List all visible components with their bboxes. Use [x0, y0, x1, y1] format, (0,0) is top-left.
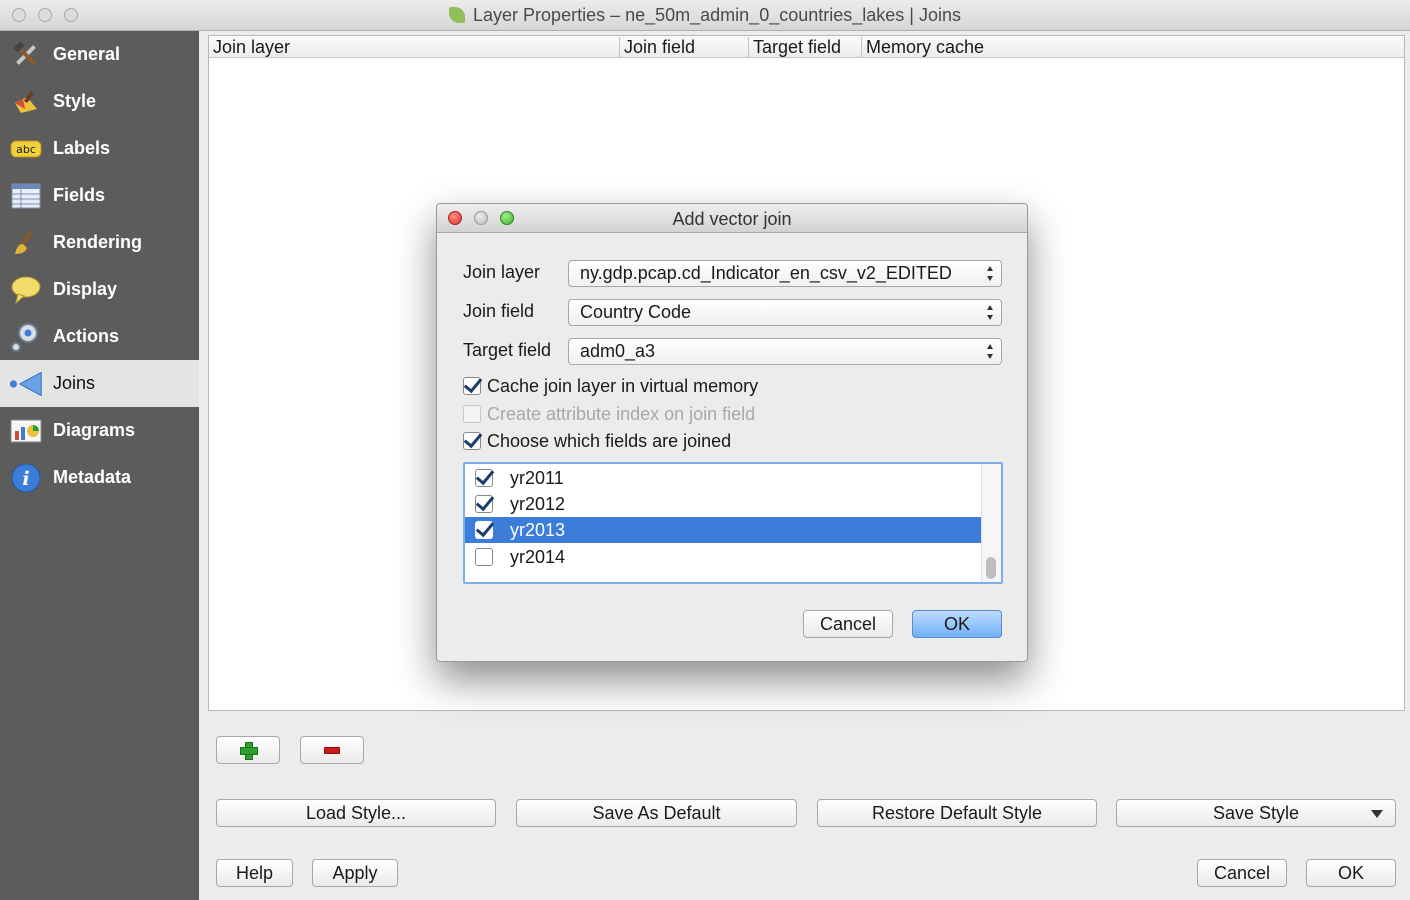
column-header-target-field[interactable]: Target field	[748, 37, 861, 57]
updown-arrows-icon	[986, 344, 994, 359]
field-checkbox[interactable]	[475, 495, 493, 513]
join-layer-label: Join layer	[463, 262, 541, 282]
list-item[interactable]: yr2014	[465, 544, 982, 570]
sidebar-item-style[interactable]: Style	[0, 78, 199, 125]
cancel-button[interactable]: Cancel	[1197, 859, 1287, 887]
paintbrush-icon	[9, 87, 43, 117]
table-icon	[9, 181, 43, 211]
field-checkbox[interactable]	[475, 521, 493, 539]
svg-text:abc: abc	[16, 143, 36, 156]
sidebar-item-rendering[interactable]: Rendering	[0, 219, 199, 266]
help-button[interactable]: Help	[216, 859, 293, 887]
choose-fields-checkbox-row[interactable]: Choose which fields are joined	[463, 430, 731, 452]
dialog-title: Add vector join	[672, 209, 792, 229]
brush-icon	[9, 228, 43, 258]
field-checkbox[interactable]	[475, 548, 493, 566]
join-field-label: Join field	[463, 301, 535, 321]
sidebar-item-fields[interactable]: Fields	[0, 172, 199, 219]
sidebar-item-label: Labels	[53, 138, 111, 158]
column-header-join-field[interactable]: Join field	[619, 37, 748, 57]
sidebar-item-diagrams[interactable]: Diagrams	[0, 407, 199, 454]
join-field-select[interactable]: Country Code	[568, 299, 1002, 326]
window-title: Layer Properties – ne_50m_admin_0_countr…	[473, 5, 961, 25]
join-layer-value: ny.gdp.pcap.cd_Indicator_en_csv_v2_EDITE…	[580, 263, 952, 283]
create-index-checkbox-row: Create attribute index on join field	[463, 403, 755, 425]
field-checkbox[interactable]	[475, 469, 493, 487]
apply-button[interactable]: Apply	[312, 859, 398, 887]
dialog-cancel-button[interactable]: Cancel	[803, 610, 893, 638]
sidebar-item-label: General	[53, 44, 121, 64]
column-header-memory-cache[interactable]: Memory cache	[861, 37, 1406, 57]
sidebar-item-label: Joins	[53, 373, 96, 393]
dialog-ok-button[interactable]: OK	[912, 610, 1002, 638]
dialog-titlebar: Add vector join	[437, 204, 1027, 233]
sidebar-item-label: Diagrams	[53, 420, 136, 440]
save-style-label: Save Style	[1212, 802, 1300, 823]
field-name: yr2011	[510, 467, 564, 488]
column-header-join-layer[interactable]: Join layer	[209, 37, 619, 57]
list-item[interactable]: yr2013	[465, 517, 982, 543]
updown-arrows-icon	[986, 305, 994, 320]
list-item[interactable]: yr2012	[465, 491, 982, 517]
remove-join-button[interactable]	[300, 736, 364, 764]
info-icon: i	[9, 463, 43, 493]
speech-bubble-icon	[9, 275, 43, 305]
sidebar-item-actions[interactable]: Actions	[0, 313, 199, 360]
join-field-value: Country Code	[580, 302, 692, 322]
window-titlebar: Layer Properties – ne_50m_admin_0_countr…	[0, 0, 1410, 31]
sidebar-item-label: Style	[53, 91, 97, 111]
choose-fields-checkbox[interactable]	[463, 432, 481, 450]
choose-fields-label: Choose which fields are joined	[487, 430, 732, 451]
restore-default-style-button[interactable]: Restore Default Style	[817, 799, 1097, 827]
target-field-label: Target field	[463, 340, 552, 360]
field-name: yr2012	[510, 493, 566, 514]
target-field-select[interactable]: adm0_a3	[568, 338, 1002, 365]
sidebar-item-label: Rendering	[53, 232, 143, 252]
load-style-button[interactable]: Load Style...	[216, 799, 496, 827]
updown-arrows-icon	[986, 266, 994, 281]
ok-button[interactable]: OK	[1306, 859, 1396, 887]
scrollbar-thumb[interactable]	[986, 557, 996, 579]
sidebar-item-joins[interactable]: Joins	[0, 360, 199, 407]
plus-icon	[240, 742, 258, 760]
join-arrow-icon	[9, 369, 43, 399]
scrollbar[interactable]	[981, 464, 1001, 582]
svg-text:i: i	[22, 468, 29, 490]
hammer-wrench-icon	[9, 40, 43, 70]
sidebar-item-metadata[interactable]: i Metadata	[0, 454, 199, 501]
field-name: yr2013	[510, 519, 566, 540]
sidebar-item-label: Actions	[53, 326, 120, 346]
chevron-down-icon	[1371, 810, 1383, 818]
minus-icon	[324, 746, 340, 754]
join-layer-select[interactable]: ny.gdp.pcap.cd_Indicator_en_csv_v2_EDITE…	[568, 260, 1002, 287]
cache-join-layer-checkbox-row[interactable]: Cache join layer in virtual memory	[463, 375, 758, 397]
field-name: yr2014	[510, 546, 566, 567]
add-vector-join-dialog: Add vector join Join layer ny.gdp.pcap.c…	[436, 203, 1028, 662]
save-style-button[interactable]: Save Style	[1116, 799, 1396, 827]
sidebar-item-labels[interactable]: abc Labels	[0, 125, 199, 172]
create-index-checkbox	[463, 405, 481, 423]
sidebar: General Style abc Labels Fields Renderin…	[0, 31, 199, 900]
gear-actions-icon	[9, 322, 43, 352]
abc-label-icon: abc	[9, 134, 43, 164]
sidebar-item-label: Metadata	[53, 467, 132, 487]
create-index-label: Create attribute index on join field	[487, 403, 756, 424]
qgis-leaf-icon	[449, 7, 466, 23]
add-join-button[interactable]	[216, 736, 280, 764]
list-item[interactable]: yr2011	[465, 465, 982, 491]
cache-join-layer-checkbox[interactable]	[463, 377, 481, 395]
sidebar-item-general[interactable]: General	[0, 31, 199, 78]
sidebar-item-label: Fields	[53, 185, 106, 205]
diagram-chart-icon	[9, 416, 43, 446]
target-field-value: adm0_a3	[580, 341, 656, 361]
cache-join-layer-label: Cache join layer in virtual memory	[487, 375, 759, 396]
sidebar-item-display[interactable]: Display	[0, 266, 199, 313]
window-title-container: Layer Properties – ne_50m_admin_0_countr…	[0, 5, 1410, 26]
save-as-default-button[interactable]: Save As Default	[516, 799, 797, 827]
sidebar-item-label: Display	[53, 279, 118, 299]
joins-table-header: Join layer Join field Target field Memor…	[209, 36, 1404, 58]
joined-fields-list[interactable]: yr2011 yr2012 yr2013 yr2014	[463, 462, 1003, 584]
